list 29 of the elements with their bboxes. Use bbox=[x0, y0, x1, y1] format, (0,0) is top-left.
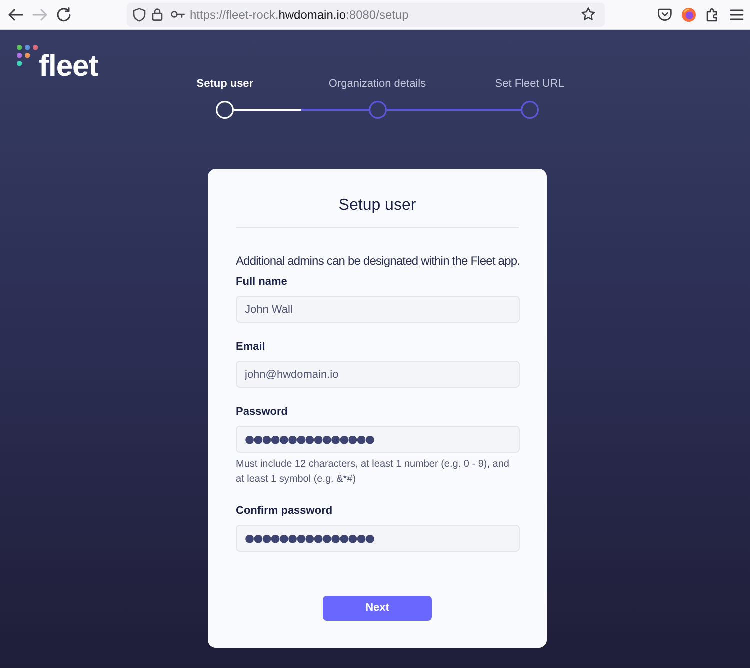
key-icon[interactable] bbox=[171, 10, 185, 19]
description-text: Additional admins can be designated within the Fleet app. bbox=[236, 253, 519, 270]
card-title: Setup user bbox=[338, 196, 416, 216]
puzzle-icon[interactable] bbox=[706, 8, 720, 22]
address-bar[interactable]: https://fleet-rock.hwdomain.io:8080/setup bbox=[127, 2, 605, 26]
logo-dots-icon bbox=[17, 45, 39, 67]
next-button[interactable]: Next bbox=[323, 596, 432, 621]
browser-logo-icon[interactable] bbox=[682, 8, 696, 22]
pocket-icon[interactable] bbox=[658, 8, 672, 22]
text-field[interactable]: john@hwdomain.io bbox=[236, 361, 520, 388]
text-field[interactable]: John Wall bbox=[236, 296, 520, 323]
hint-text: Must include 12 characters, at least 1 number (e.g. 0 - 9), and at least 1 symbol (e.g. &*#) bbox=[236, 458, 510, 487]
step-label: Setup user bbox=[196, 77, 254, 91]
lock-icon[interactable] bbox=[152, 8, 163, 21]
step-label: Set Fleet URL bbox=[495, 77, 564, 91]
field-label: Email bbox=[236, 340, 266, 355]
field-label: Confirm password bbox=[236, 504, 333, 519]
menu-icon[interactable] bbox=[730, 8, 744, 20]
step-label: Organization details bbox=[328, 77, 426, 91]
logo-text: fleet bbox=[39, 50, 98, 84]
back-arrow-icon[interactable] bbox=[8, 6, 24, 22]
password-field[interactable]: ●●●●●●●●●●●●●●● bbox=[236, 426, 520, 453]
star-icon[interactable] bbox=[581, 7, 596, 22]
field-label: Full name bbox=[236, 275, 288, 290]
password-field[interactable]: ●●●●●●●●●●●●●●● bbox=[236, 525, 520, 552]
reload-icon[interactable] bbox=[56, 6, 72, 22]
shield-icon[interactable] bbox=[133, 8, 146, 22]
field-label: Password bbox=[236, 405, 288, 420]
url-text: https://fleet-rock.hwdomain.io:8080/setup bbox=[190, 6, 409, 22]
